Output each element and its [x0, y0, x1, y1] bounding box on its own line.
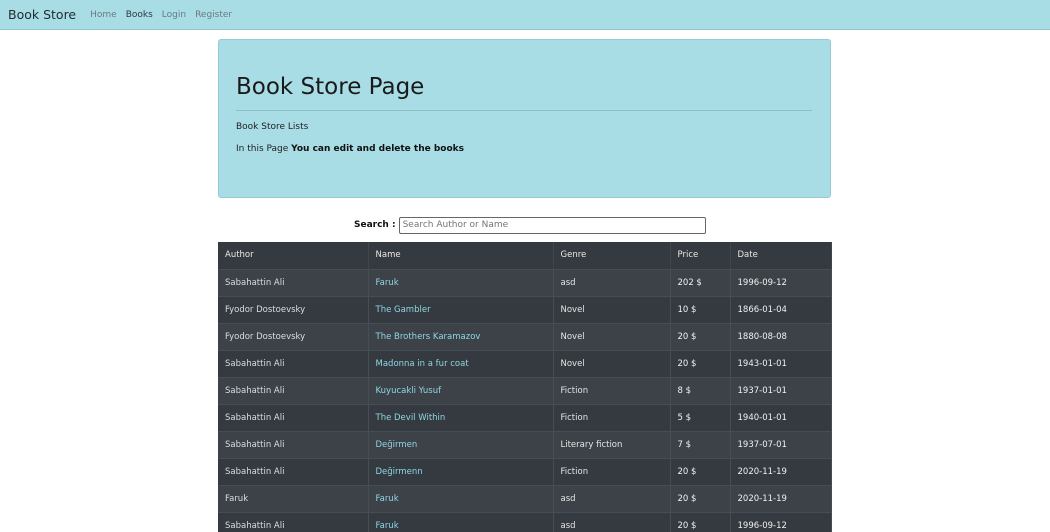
cell-price: 20 $ [670, 485, 731, 512]
cell-name-link[interactable]: Faruk [368, 512, 554, 532]
cell-genre: Literary fiction [553, 431, 671, 458]
cell-date: 1880-08-08 [730, 323, 832, 350]
books-table-wrapper: Author Name Genre Price Date Sabahattin … [218, 242, 832, 532]
cell-author: Sabahattin Ali [218, 269, 369, 296]
table-row[interactable]: Sabahattin Ali Faruk asd 20 $ 1996-09-12 [218, 512, 832, 532]
cell-genre: asd [553, 512, 671, 532]
cell-genre: Novel [553, 296, 671, 323]
cell-price: 202 $ [670, 269, 731, 296]
search-row: Search : [354, 216, 706, 234]
cell-author: Sabahattin Ali [218, 350, 369, 377]
cell-name-link[interactable]: Faruk [368, 269, 554, 296]
books-table: Author Name Genre Price Date Sabahattin … [218, 242, 832, 532]
cell-name-link[interactable]: The Gambler [368, 296, 554, 323]
cell-author: Sabahattin Ali [218, 458, 369, 485]
page-subtitle: Book Store Lists [236, 122, 309, 132]
cell-name-link[interactable]: Faruk [368, 485, 554, 512]
cell-author: Faruk [218, 485, 369, 512]
cell-name-link[interactable]: The Brothers Karamazov [368, 323, 554, 350]
cell-genre: Fiction [553, 404, 671, 431]
cell-date: 1866-01-04 [730, 296, 832, 323]
brand-link[interactable]: Book Store [8, 7, 76, 22]
table-header-row: Author Name Genre Price Date [218, 242, 832, 269]
table-row[interactable]: Sabahattin Ali Kuyucakli Yusuf Fiction 8… [218, 377, 832, 404]
cell-genre: asd [553, 269, 671, 296]
table-row[interactable]: Fyodor Dostoevsky The Brothers Karamazov… [218, 323, 832, 350]
cell-price: 20 $ [670, 458, 731, 485]
cell-date: 2020-11-19 [730, 485, 832, 512]
nav-link-home[interactable]: Home [90, 10, 117, 20]
column-header-date[interactable]: Date [730, 242, 832, 269]
cell-author: Sabahattin Ali [218, 431, 369, 458]
cell-name-link[interactable]: Madonna in a fur coat [368, 350, 554, 377]
jumbotron-divider [236, 110, 812, 111]
table-row[interactable]: Sabahattin Ali Faruk asd 202 $ 1996-09-1… [218, 269, 832, 296]
cell-name-link[interactable]: Kuyucakli Yusuf [368, 377, 554, 404]
table-row[interactable]: Fyodor Dostoevsky The Gambler Novel 10 $… [218, 296, 832, 323]
page-description: In this Page You can edit and delete the… [236, 144, 464, 154]
top-navbar: Book Store Home Books Login Register [0, 0, 1050, 30]
cell-price: 7 $ [670, 431, 731, 458]
cell-date: 1996-09-12 [730, 269, 832, 296]
table-row[interactable]: Sabahattin Ali Madonna in a fur coat Nov… [218, 350, 832, 377]
cell-price: 20 $ [670, 512, 731, 532]
cell-date: 1996-09-12 [730, 512, 832, 532]
table-row[interactable]: Faruk Faruk asd 20 $ 2020-11-19 [218, 485, 832, 512]
description-bold: You can edit and delete the books [291, 144, 465, 154]
nav-link-login[interactable]: Login [162, 10, 186, 20]
table-row[interactable]: Sabahattin Ali Değirmen Literary fiction… [218, 431, 832, 458]
cell-price: 8 $ [670, 377, 731, 404]
cell-genre: Novel [553, 323, 671, 350]
nav-link-books[interactable]: Books [126, 10, 153, 20]
cell-date: 1937-01-01 [730, 377, 832, 404]
cell-author: Sabahattin Ali [218, 512, 369, 532]
page-title: Book Store Page [236, 74, 425, 100]
cell-price: 20 $ [670, 323, 731, 350]
cell-name-link[interactable]: The Devil Within [368, 404, 554, 431]
cell-date: 1940-01-01 [730, 404, 832, 431]
table-row[interactable]: Sabahattin Ali The Devil Within Fiction … [218, 404, 832, 431]
cell-author: Fyodor Dostoevsky [218, 323, 369, 350]
cell-author: Fyodor Dostoevsky [218, 296, 369, 323]
cell-date: 1937-07-01 [730, 431, 832, 458]
cell-date: 1943-01-01 [730, 350, 832, 377]
cell-price: 20 $ [670, 350, 731, 377]
table-body: Sabahattin Ali Faruk asd 202 $ 1996-09-1… [218, 269, 832, 532]
column-header-author[interactable]: Author [218, 242, 369, 269]
search-label: Search : [354, 220, 396, 230]
cell-genre: Novel [553, 350, 671, 377]
cell-author: Sabahattin Ali [218, 377, 369, 404]
column-header-price[interactable]: Price [670, 242, 731, 269]
cell-genre: Fiction [553, 377, 671, 404]
nav-link-register[interactable]: Register [195, 10, 232, 20]
cell-genre: Fiction [553, 458, 671, 485]
cell-price: 10 $ [670, 296, 731, 323]
description-prefix: In this Page [236, 144, 292, 154]
cell-genre: asd [553, 485, 671, 512]
cell-date: 2020-11-19 [730, 458, 832, 485]
column-header-name[interactable]: Name [368, 242, 554, 269]
cell-name-link[interactable]: Değirmen [368, 431, 554, 458]
cell-author: Sabahattin Ali [218, 404, 369, 431]
table-row[interactable]: Sabahattin Ali Değirmenn Fiction 20 $ 20… [218, 458, 832, 485]
column-header-genre[interactable]: Genre [553, 242, 671, 269]
table-header: Author Name Genre Price Date [218, 242, 832, 269]
search-input[interactable] [398, 216, 706, 234]
cell-name-link[interactable]: Değirmenn [368, 458, 554, 485]
cell-price: 5 $ [670, 404, 731, 431]
jumbotron: Book Store Page Book Store Lists In this… [218, 39, 831, 198]
